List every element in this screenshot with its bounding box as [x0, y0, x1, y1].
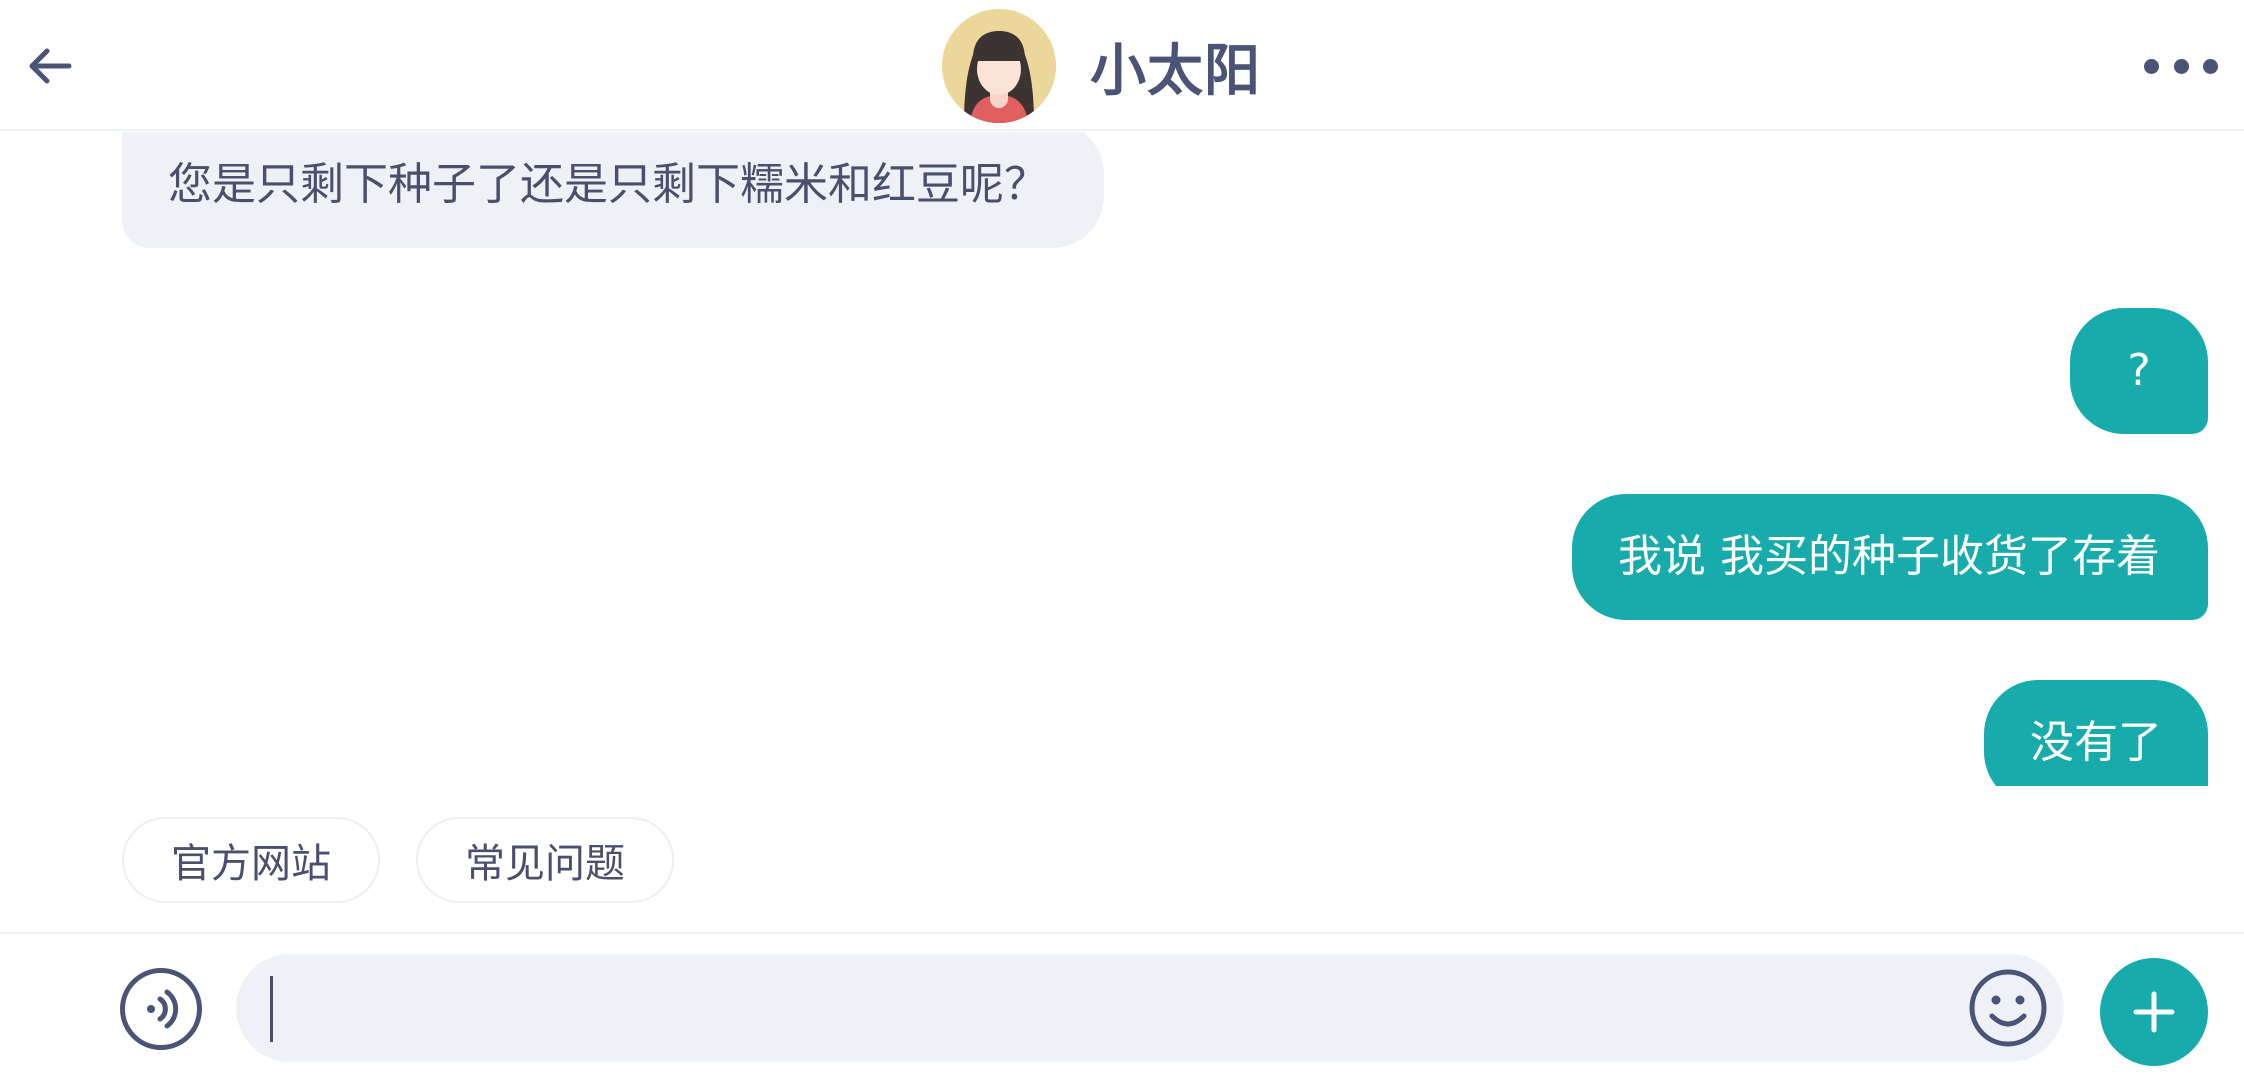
plus-button[interactable]: [2100, 958, 2208, 1066]
emoji-button[interactable]: [1966, 966, 2050, 1050]
text-cursor: [270, 976, 273, 1042]
chat-title: 小太阳: [1090, 38, 1261, 104]
more-dot: [2173, 58, 2189, 74]
message-input[interactable]: [236, 954, 2064, 1062]
more-dot: [2203, 58, 2218, 74]
message-bubble-outgoing[interactable]: 我说 我买的种子收货了存着: [1572, 494, 2208, 620]
message-list[interactable]: 您是只剩下种子了还是只剩下糯米和红豆呢？ ? 我说 我买的种子收货了存着 没有了: [0, 132, 2244, 786]
voice-button[interactable]: [120, 968, 202, 1050]
input-bar: [0, 932, 2244, 1080]
chat-screen: 小太阳 您是只剩下种子了还是只剩下糯米和红豆呢？ ? 我说 我买的种子收货了存着…: [0, 0, 2244, 1080]
girl-avatar-icon: [942, 9, 1056, 123]
message-bubble-outgoing[interactable]: ?: [2070, 308, 2208, 434]
avatar[interactable]: [942, 9, 1056, 123]
contact-title-group: 小太阳: [942, 8, 1261, 124]
message-bubble-outgoing[interactable]: 没有了: [1984, 680, 2208, 786]
voice-icon: [147, 989, 179, 1029]
chat-header: 小太阳: [0, 0, 2244, 131]
more-dots-icon: [2144, 58, 2159, 74]
arrow-left-icon: [29, 48, 72, 84]
emoji-icon: [1969, 969, 2047, 1047]
plus-icon: [2133, 991, 2175, 1033]
quick-reply-official-site[interactable]: 官方网站: [122, 817, 380, 903]
quick-reply-faq[interactable]: 常见问题: [416, 817, 674, 903]
more-button[interactable]: [2144, 44, 2218, 88]
message-bubble-incoming[interactable]: 您是只剩下种子了还是只剩下糯米和红豆呢？: [122, 132, 1104, 248]
back-button[interactable]: [14, 30, 86, 102]
